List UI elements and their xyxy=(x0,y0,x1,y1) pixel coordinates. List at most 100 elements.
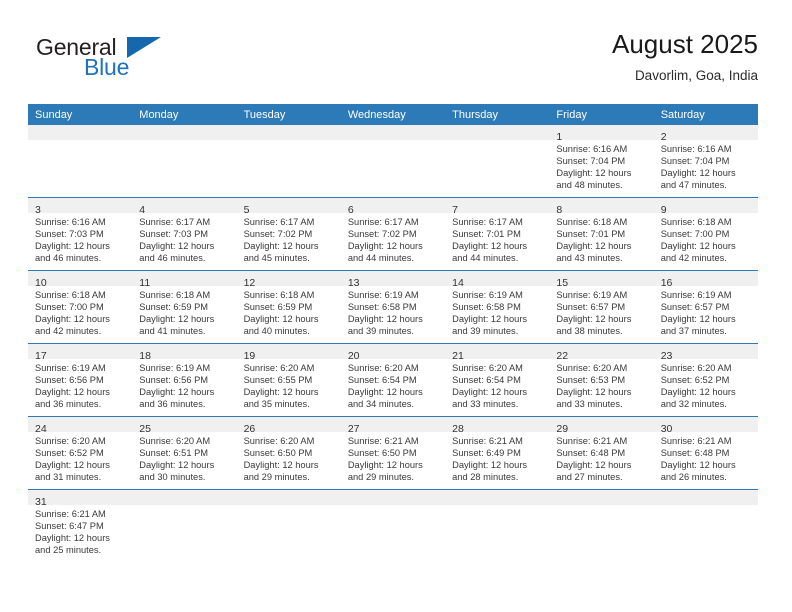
sunset-text: Sunset: 6:55 PM xyxy=(243,375,313,386)
calendar-week-row: 10 Sunrise: 6:18 AM Sunset: 7:00 PM Dayligh… xyxy=(28,270,758,344)
calendar-day: 18 Sunrise: 6:19 AM Sunset: 6:56 PM Dayligh… xyxy=(132,344,237,416)
day-number: 3 xyxy=(35,204,41,216)
day-number-band: 7 xyxy=(445,198,550,216)
calendar-day: 9 Sunrise: 6:18 AM Sunset: 7:00 PM Daylight… xyxy=(653,198,758,270)
daylight-text-line1: Daylight: 12 hours xyxy=(347,460,423,471)
calendar-cell[interactable]: 21 Sunrise: 6:20 AM Sunset: 6:54 PM Dayligh… xyxy=(445,343,550,417)
calendar-cell[interactable] xyxy=(653,489,758,562)
calendar-cell[interactable]: 23 Sunrise: 6:20 AM Sunset: 6:52 PM Dayligh… xyxy=(653,343,758,417)
daylight-text-line2: and 32 minutes. xyxy=(660,399,727,410)
brand-logo[interactable]: General Blue xyxy=(36,34,226,90)
calendar-cell[interactable]: 27 Sunrise: 6:21 AM Sunset: 6:50 PM Dayligh… xyxy=(340,416,446,490)
day-details: Sunrise: 6:17 AM Sunset: 7:03 PM Daylight:… xyxy=(132,213,236,264)
calendar-cell[interactable]: 11 Sunrise: 6:18 AM Sunset: 6:59 PM Dayligh… xyxy=(132,270,237,344)
calendar-cell[interactable] xyxy=(28,125,133,198)
calendar-cell[interactable]: 7 Sunrise: 6:17 AM Sunset: 7:01 PM Daylight… xyxy=(445,197,550,271)
sunset-text: Sunset: 7:00 PM xyxy=(35,302,104,313)
day-number: 11 xyxy=(139,277,151,289)
sunrise-text: Sunrise: 6:21 AM xyxy=(452,436,523,446)
day-number-band: 31 xyxy=(28,490,133,508)
calendar-cell[interactable]: 14 Sunrise: 6:19 AM Sunset: 6:58 PM Dayligh… xyxy=(445,270,550,344)
day-number: 4 xyxy=(139,204,146,216)
calendar-cell[interactable]: 1 Sunrise: 6:16 AM Sunset: 7:04 PM Daylight… xyxy=(549,125,654,198)
calendar-day: 8 Sunrise: 6:18 AM Sunset: 7:01 PM Daylight… xyxy=(549,198,654,270)
calendar-cell[interactable] xyxy=(445,489,550,562)
calendar-cell[interactable] xyxy=(236,125,341,198)
sunrise-text: Sunrise: 6:20 AM xyxy=(243,363,315,373)
day-number-band xyxy=(653,490,758,505)
daylight-text-line1: Daylight: 12 hours xyxy=(243,387,319,398)
calendar-cell[interactable] xyxy=(549,489,654,562)
sunrise-text: Sunrise: 6:20 AM xyxy=(139,436,211,446)
calendar-day: 7 Sunrise: 6:17 AM Sunset: 7:01 PM Daylight… xyxy=(445,198,550,270)
calendar-day: 16 Sunrise: 6:19 AM Sunset: 6:57 PM Dayligh… xyxy=(653,271,758,343)
calendar-cell[interactable]: 6 Sunrise: 6:17 AM Sunset: 7:02 PM Daylight… xyxy=(340,197,446,271)
sunset-text: Sunset: 6:51 PM xyxy=(139,448,209,459)
day-details: Sunrise: 6:16 AM Sunset: 7:04 PM Daylight:… xyxy=(654,140,758,191)
calendar-cell[interactable] xyxy=(236,489,341,562)
calendar-cell[interactable]: 26 Sunrise: 6:20 AM Sunset: 6:50 PM Dayligh… xyxy=(236,416,341,490)
daylight-text-line2: and 25 minutes. xyxy=(35,545,102,556)
calendar-cell[interactable]: 28 Sunrise: 6:21 AM Sunset: 6:49 PM Dayligh… xyxy=(445,416,550,490)
sunrise-text: Sunrise: 6:19 AM xyxy=(452,290,523,300)
calendar-cell[interactable]: 5 Sunrise: 6:17 AM Sunset: 7:02 PM Daylight… xyxy=(236,197,341,271)
calendar-cell[interactable]: 12 Sunrise: 6:18 AM Sunset: 6:59 PM Dayligh… xyxy=(236,270,341,344)
calendar-cell[interactable]: 29 Sunrise: 6:21 AM Sunset: 6:48 PM Dayligh… xyxy=(549,416,654,490)
day-details: Sunrise: 6:21 AM Sunset: 6:48 PM Daylight:… xyxy=(549,432,653,483)
calendar-day: 10 Sunrise: 6:18 AM Sunset: 7:00 PM Dayligh… xyxy=(28,271,133,343)
calendar-cell[interactable]: 24 Sunrise: 6:20 AM Sunset: 6:52 PM Dayligh… xyxy=(28,416,133,490)
calendar-cell[interactable]: 13 Sunrise: 6:19 AM Sunset: 6:58 PM Dayligh… xyxy=(340,270,446,344)
calendar-cell[interactable]: 2 Sunrise: 6:16 AM Sunset: 7:04 PM Daylight… xyxy=(653,125,758,198)
calendar-cell[interactable] xyxy=(340,489,446,562)
calendar-cell[interactable]: 15 Sunrise: 6:19 AM Sunset: 6:57 PM Dayligh… xyxy=(549,270,654,344)
calendar-cell[interactable] xyxy=(340,125,446,198)
sunrise-text: Sunrise: 6:20 AM xyxy=(556,363,628,373)
calendar-cell[interactable]: 10 Sunrise: 6:18 AM Sunset: 7:00 PM Dayligh… xyxy=(28,270,133,344)
daylight-text-line2: and 36 minutes. xyxy=(139,399,206,410)
calendar-cell[interactable]: 16 Sunrise: 6:19 AM Sunset: 6:57 PM Dayligh… xyxy=(653,270,758,344)
day-number: 2 xyxy=(660,131,667,143)
calendar-table: Sunday Monday Tuesday Wednesday Thursday… xyxy=(28,104,758,562)
day-details: Sunrise: 6:16 AM Sunset: 7:04 PM Daylight:… xyxy=(549,140,653,191)
calendar-cell[interactable]: 20 Sunrise: 6:20 AM Sunset: 6:54 PM Dayligh… xyxy=(340,343,446,417)
calendar-day: 23 Sunrise: 6:20 AM Sunset: 6:52 PM Dayligh… xyxy=(653,344,758,416)
calendar-cell[interactable] xyxy=(445,125,550,198)
daylight-text-line1: Daylight: 12 hours xyxy=(660,168,736,179)
daylight-text-line2: and 30 minutes. xyxy=(139,472,206,483)
daylight-text-line1: Daylight: 12 hours xyxy=(35,241,110,252)
sunset-text: Sunset: 7:04 PM xyxy=(660,156,730,167)
calendar-cell[interactable] xyxy=(132,489,237,562)
daylight-text-line2: and 48 minutes. xyxy=(556,180,623,191)
daylight-text-line1: Daylight: 12 hours xyxy=(452,314,528,325)
calendar-cell[interactable]: 17 Sunrise: 6:19 AM Sunset: 6:56 PM Dayligh… xyxy=(28,343,133,417)
calendar-cell[interactable]: 3 Sunrise: 6:16 AM Sunset: 7:03 PM Daylight… xyxy=(28,197,133,271)
calendar-cell[interactable]: 31 Sunrise: 6:21 AM Sunset: 6:47 PM Dayligh… xyxy=(28,489,133,562)
sunset-text: Sunset: 7:02 PM xyxy=(347,229,417,240)
daylight-text-line1: Daylight: 12 hours xyxy=(556,387,632,398)
daylight-text-line2: and 31 minutes. xyxy=(35,472,102,483)
calendar-cell[interactable]: 4 Sunrise: 6:17 AM Sunset: 7:03 PM Daylight… xyxy=(132,197,237,271)
day-number-band xyxy=(236,490,341,505)
calendar-cell[interactable]: 8 Sunrise: 6:18 AM Sunset: 7:01 PM Daylight… xyxy=(549,197,654,271)
sunset-text: Sunset: 6:59 PM xyxy=(243,302,313,313)
day-number-band: 6 xyxy=(340,198,446,216)
day-number: 30 xyxy=(660,423,673,435)
calendar-cell[interactable]: 19 Sunrise: 6:20 AM Sunset: 6:55 PM Dayligh… xyxy=(236,343,341,417)
daylight-text-line2: and 36 minutes. xyxy=(35,399,102,410)
calendar-cell[interactable]: 9 Sunrise: 6:18 AM Sunset: 7:00 PM Daylight… xyxy=(653,197,758,271)
day-number: 24 xyxy=(35,423,47,435)
calendar-body: 1 Sunrise: 6:16 AM Sunset: 7:04 PM Daylight… xyxy=(28,125,758,562)
calendar-cell[interactable]: 18 Sunrise: 6:19 AM Sunset: 6:56 PM Dayligh… xyxy=(132,343,237,417)
calendar-cell[interactable]: 25 Sunrise: 6:20 AM Sunset: 6:51 PM Dayligh… xyxy=(132,416,237,490)
sunset-text: Sunset: 6:47 PM xyxy=(35,521,104,532)
calendar-cell[interactable] xyxy=(132,125,237,198)
daylight-text-line2: and 44 minutes. xyxy=(347,253,414,264)
weekday-header-saturday: Saturday xyxy=(653,104,758,125)
weekday-header-thursday: Thursday xyxy=(445,104,550,125)
calendar-day: 13 Sunrise: 6:19 AM Sunset: 6:58 PM Dayligh… xyxy=(340,271,446,343)
calendar-cell[interactable]: 22 Sunrise: 6:20 AM Sunset: 6:53 PM Dayligh… xyxy=(549,343,654,417)
calendar-cell[interactable]: 30 Sunrise: 6:21 AM Sunset: 6:48 PM Dayligh… xyxy=(653,416,758,490)
daylight-text-line1: Daylight: 12 hours xyxy=(139,314,215,325)
calendar-header-row: Sunday Monday Tuesday Wednesday Thursday… xyxy=(28,104,758,125)
day-number: 28 xyxy=(452,423,464,435)
